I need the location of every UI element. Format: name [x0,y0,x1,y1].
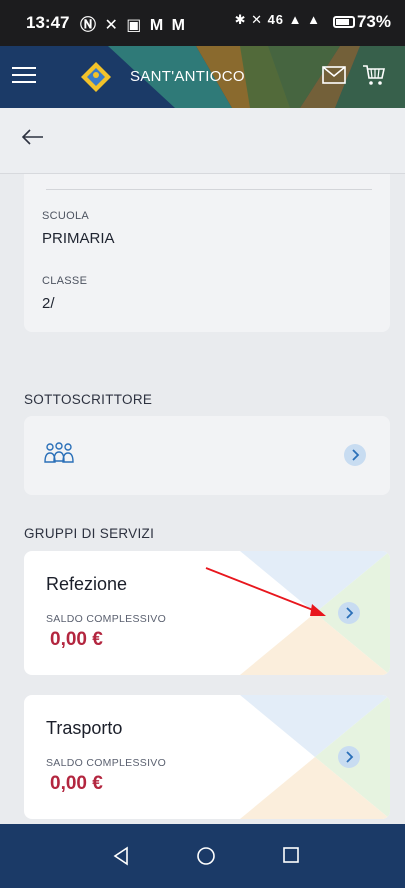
municipality-logo [81,62,111,92]
battery-indicator: 73% [332,12,391,32]
menu-icon[interactable] [12,64,36,86]
status-bar: 13:47 Ⓝ ✕ ▣ M M ✱ ✕ 46 ▲ ▲ 73% [0,0,405,46]
school-value: PRIMARIA [42,230,115,247]
service-name: Trasporto [46,718,123,738]
status-time: 13:47 [26,13,70,32]
signal-icons: ✱ ✕ 46 ▲ ▲ [234,12,321,27]
school-label: SCUOLA [42,210,90,222]
class-label: CLASSE [42,275,88,287]
subscriber-section-title: SOTTOSCRITTORE [24,392,153,407]
app-title: SANT'ANTIOCO [130,68,245,85]
people-group-icon [44,442,74,463]
square-recents-icon[interactable] [282,846,300,864]
annotation-arrow [205,567,326,616]
back-arrow-icon[interactable] [22,129,44,145]
circle-home-icon[interactable] [196,846,216,866]
app-header: SANT'ANTIOCO [0,46,405,108]
balance-amount: 0,00 € [50,773,103,794]
chevron-right-icon[interactable] [344,444,366,466]
balance-amount: 0,00 € [50,629,103,650]
shopping-cart-icon[interactable] [362,63,386,87]
notification-icons: Ⓝ ✕ ▣ M M [80,17,187,34]
balance-label: SALDO COMPLESSIVO [46,613,167,625]
subscriber-card[interactable] [24,416,390,495]
battery-icon [332,16,355,28]
service-card-trasporto[interactable]: Trasporto SALDO COMPLESSIVO 0,00 € [24,695,390,819]
service-name: Refezione [46,574,128,594]
chevron-right-icon[interactable] [338,746,360,768]
balance-label: SALDO COMPLESSIVO [46,757,167,769]
student-info-card: SCUOLA PRIMARIA CLASSE 2/ [24,174,390,332]
services-section-title: GRUPPI DI SERVIZI [24,526,155,541]
system-navigation-bar [0,824,405,888]
mail-icon[interactable] [322,66,346,84]
card-divider [46,189,372,190]
card-decoration [240,695,390,819]
top-nav-bar [0,108,405,174]
chevron-right-icon[interactable] [338,602,360,624]
class-value: 2/ [42,295,55,312]
triangle-back-icon[interactable] [112,846,130,866]
main-content: SCUOLA PRIMARIA CLASSE 2/ SOTTOSCRITTORE… [0,174,405,824]
battery-percent: 73% [356,12,391,31]
